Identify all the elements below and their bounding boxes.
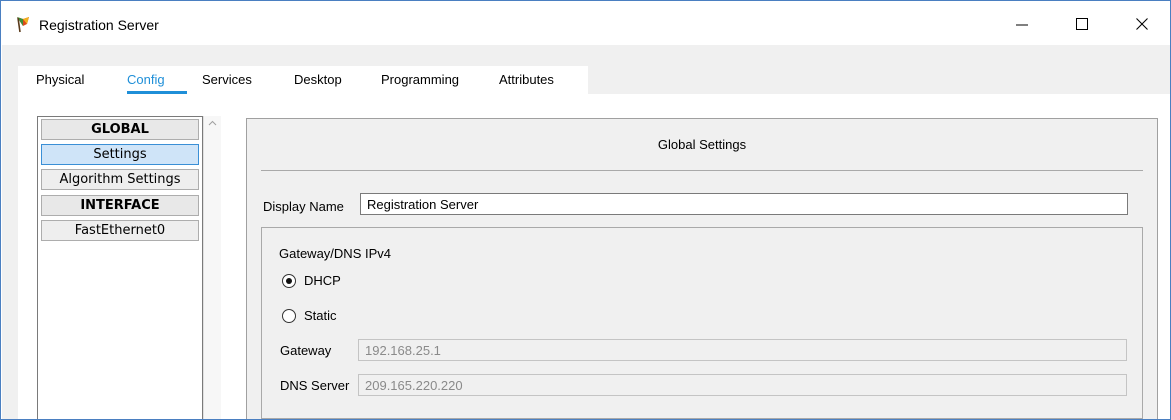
tab-physical[interactable]: Physical: [36, 72, 84, 87]
gateway-dns-group-title: Gateway/DNS IPv4: [279, 246, 391, 261]
nav-item-algorithm-settings[interactable]: Algorithm Settings: [41, 169, 199, 190]
title-divider: [261, 170, 1143, 171]
dhcp-label[interactable]: DHCP: [304, 273, 341, 288]
nav-scrollbar[interactable]: [203, 116, 221, 419]
global-settings-panel: Global Settings Display Name Gateway/DNS…: [246, 118, 1158, 419]
config-tab-panel: GLOBAL Settings Algorithm Settings INTER…: [18, 94, 1170, 419]
window-title: Registration Server: [39, 17, 159, 33]
static-radio[interactable]: [282, 309, 296, 323]
tab-desktop[interactable]: Desktop: [294, 72, 342, 87]
tab-config[interactable]: Config: [127, 72, 165, 87]
dns-server-field[interactable]: [358, 374, 1127, 396]
gateway-label: Gateway: [280, 343, 332, 358]
tab-strip: Physical Config Services Desktop Program…: [18, 66, 588, 94]
dns-server-label: DNS Server: [280, 378, 350, 393]
gateway-field[interactable]: [358, 339, 1127, 361]
nav-item-settings[interactable]: Settings: [41, 144, 199, 165]
close-icon: [1136, 18, 1148, 30]
close-button[interactable]: [1119, 9, 1165, 39]
global-settings-title: Global Settings: [657, 137, 747, 152]
nav-header-interface: INTERFACE: [41, 195, 199, 216]
nav-item-fastethernet0[interactable]: FastEthernet0: [41, 220, 199, 241]
gateway-dns-ipv4-group: Gateway/DNS IPv4 DHCP Static Gateway DNS…: [261, 227, 1143, 419]
tab-attributes[interactable]: Attributes: [499, 72, 554, 87]
packet-tracer-app-icon: [17, 17, 29, 33]
display-name-label: Display Name: [263, 199, 344, 214]
scroll-up-arrow-icon[interactable]: [207, 118, 218, 129]
maximize-button[interactable]: [1059, 9, 1105, 39]
minimize-icon: [1016, 24, 1028, 26]
tab-services[interactable]: Services: [202, 72, 252, 87]
nav-header-global: GLOBAL: [41, 119, 199, 140]
config-nav-list: GLOBAL Settings Algorithm Settings INTER…: [37, 116, 203, 419]
registration-server-window: Registration Server Physical Config Serv…: [0, 0, 1171, 420]
title-bar[interactable]: Registration Server: [1, 1, 1170, 45]
dhcp-radio[interactable]: [282, 274, 296, 288]
window-client-area: Physical Config Services Desktop Program…: [2, 45, 1170, 419]
maximize-icon: [1076, 18, 1088, 30]
radio-selected-dot: [286, 278, 292, 284]
tab-programming[interactable]: Programming: [381, 72, 459, 87]
static-label[interactable]: Static: [304, 308, 337, 323]
minimize-button[interactable]: [999, 9, 1045, 39]
display-name-field[interactable]: [360, 193, 1128, 215]
